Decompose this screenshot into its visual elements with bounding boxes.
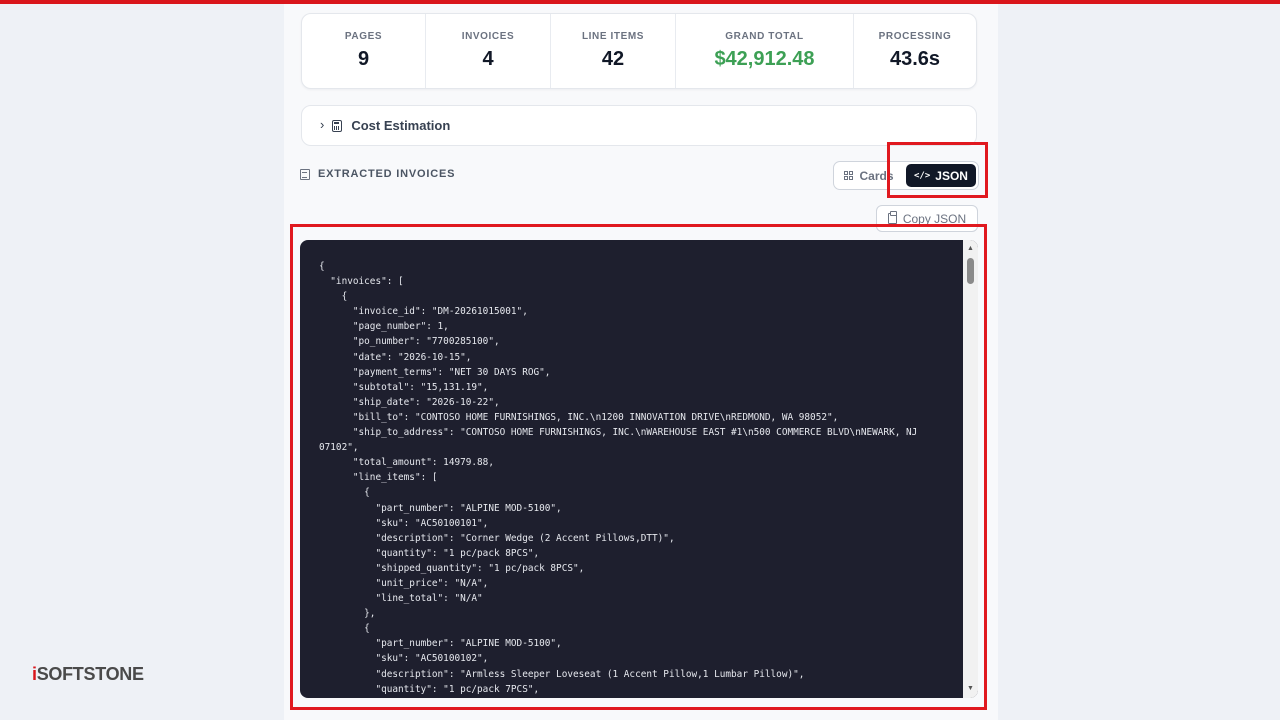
cost-estimation-toggle[interactable]: › Cost Estimation xyxy=(301,105,977,146)
stat-value: $42,912.48 xyxy=(714,48,815,70)
json-line: "part_number": "ALPINE MOD-5100", xyxy=(319,638,562,650)
cards-view-button[interactable]: Cards xyxy=(834,162,904,189)
right-margin xyxy=(998,4,1280,720)
code-icon: </> xyxy=(914,170,931,181)
clipboard-icon xyxy=(887,211,897,224)
json-line: { xyxy=(319,487,370,499)
stat-value: 42 xyxy=(601,48,625,70)
json-line: { xyxy=(319,261,325,272)
stat-value: 4 xyxy=(482,48,494,70)
json-line: "date": "2026-10-15", xyxy=(319,351,472,363)
cost-estimation-title: Cost Estimation xyxy=(351,118,451,133)
json-line: "line_items": [ xyxy=(319,472,438,484)
stat-label: LINE ITEMS xyxy=(581,31,645,42)
json-line: }, xyxy=(319,608,376,620)
json-line: "description": "Corner Wedge (2 Accent P… xyxy=(319,532,675,544)
json-label: JSON xyxy=(935,168,968,183)
stat-processing: PROCESSING 43.6s xyxy=(854,14,976,88)
copy-json-button[interactable]: Copy JSON xyxy=(876,205,978,232)
json-line: 07102", xyxy=(319,442,359,454)
calculator-icon xyxy=(332,119,343,132)
json-line: "payment_terms": "NET 30 DAYS ROG", xyxy=(319,366,551,378)
json-line: "sku": "AC50100102", xyxy=(319,653,489,665)
document-icon xyxy=(300,168,310,180)
json-line: { xyxy=(319,291,348,303)
stat-line-items: LINE ITEMS 42 xyxy=(551,14,676,88)
scrollbar[interactable]: ▲ ▼ xyxy=(963,240,978,698)
json-line: "part_number": "ALPINE MOD-5100", xyxy=(319,502,562,514)
scroll-thumb[interactable] xyxy=(967,258,974,284)
left-margin xyxy=(0,4,284,720)
json-line: "invoices": [ xyxy=(319,276,404,288)
json-line: "invoice_id": "DM-20261015001", xyxy=(319,306,528,318)
summary-stats: PAGES 9 INVOICES 4 LINE ITEMS 42 GRAND T… xyxy=(301,13,977,89)
json-line: "page_number": 1, xyxy=(319,321,449,333)
json-line: "po_number": "7700285100", xyxy=(319,336,500,348)
json-line: "sku": "AC50100101", xyxy=(319,517,489,529)
stat-pages: PAGES 9 xyxy=(302,14,426,88)
stat-label: GRAND TOTAL xyxy=(725,31,804,42)
copy-json-label: Copy JSON xyxy=(902,211,967,226)
stat-grand-total: GRAND TOTAL $42,912.48 xyxy=(676,14,854,88)
json-line: "shipped_quantity": "1 pc/pack 8PCS", xyxy=(319,562,585,574)
stat-value: 43.6s xyxy=(889,48,941,70)
json-line: "ship_to_address": "CONTOSO HOME FURNISH… xyxy=(319,427,918,439)
scroll-up-arrow-icon[interactable]: ▲ xyxy=(963,242,978,256)
isoftstone-logo: iSOFTSTONE xyxy=(32,664,144,684)
json-line: "unit_price": "N/A", xyxy=(319,577,489,589)
json-line: "total_amount": 14979.88, xyxy=(319,457,494,469)
chevron-right-icon: › xyxy=(320,117,325,132)
json-line: "subtotal": "15,131.19", xyxy=(319,381,489,393)
stat-value: 9 xyxy=(357,48,370,70)
scroll-down-arrow-icon[interactable]: ▼ xyxy=(963,682,978,696)
json-line: "description": "Armless Sleeper Loveseat… xyxy=(319,668,805,680)
section-title: EXTRACTED INVOICES xyxy=(318,168,456,180)
json-view-button[interactable]: </> JSON xyxy=(906,164,976,187)
json-line: "bill_to": "CONTOSO HOME FURNISHINGS, IN… xyxy=(319,411,839,423)
stat-label: PAGES xyxy=(344,31,383,42)
section-header: EXTRACTED INVOICES xyxy=(300,168,455,180)
stat-label: INVOICES xyxy=(461,31,515,42)
json-viewer[interactable]: { "invoices": [ { "invoice_id": "DM-2026… xyxy=(300,240,978,698)
json-line: "quantity": "1 pc/pack 8PCS", xyxy=(319,547,540,559)
json-line: "line_total": "N/A" xyxy=(319,593,483,605)
cards-label: Cards xyxy=(859,168,894,183)
json-code: { "invoices": [ { "invoice_id": "DM-2026… xyxy=(319,259,939,697)
stat-label: PROCESSING xyxy=(878,31,952,42)
json-line: { xyxy=(319,623,370,635)
stat-invoices: INVOICES 4 xyxy=(426,14,551,88)
view-toggle: Cards </> JSON xyxy=(833,161,979,190)
json-line: "ship_date": "2026-10-22", xyxy=(319,396,500,408)
json-line: "quantity": "1 pc/pack 7PCS", xyxy=(319,683,540,695)
grid-icon xyxy=(844,171,854,180)
